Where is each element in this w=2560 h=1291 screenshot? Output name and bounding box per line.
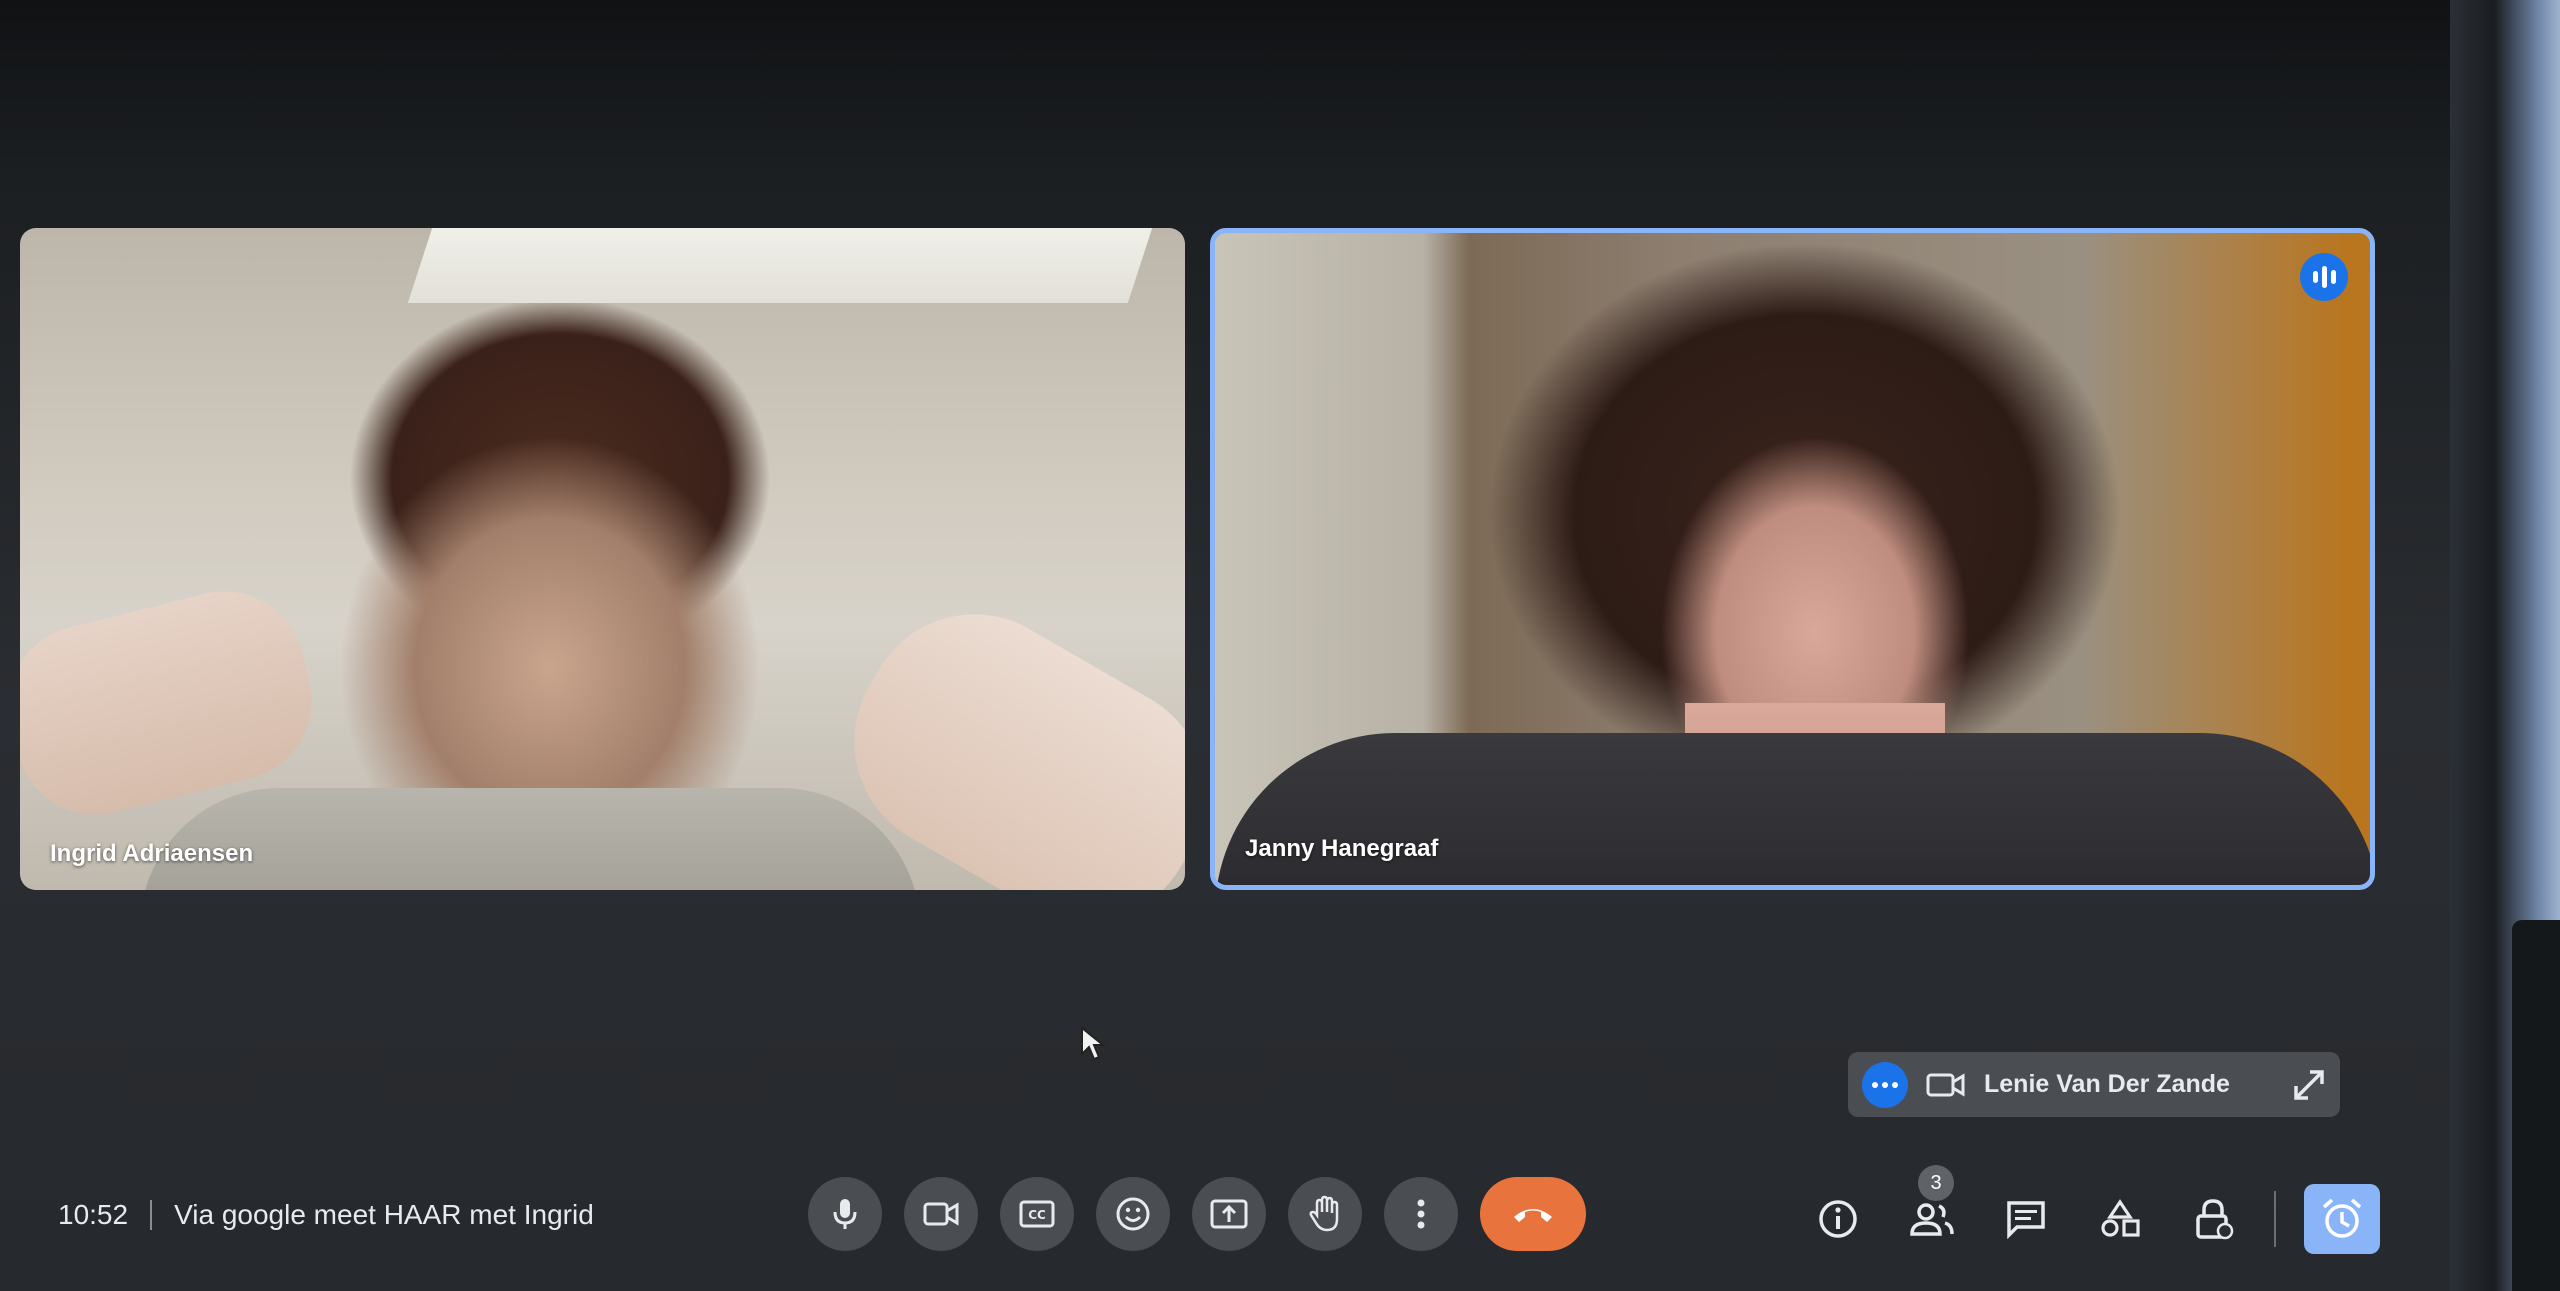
meeting-time: 10:52 [58, 1199, 129, 1230]
people-icon [1910, 1203, 1954, 1236]
present-icon [1210, 1199, 1248, 1229]
video-sweater [140, 788, 920, 890]
host-controls-icon [2196, 1199, 2234, 1240]
monitor-edge [2512, 920, 2560, 1291]
camera-icon [1926, 1070, 1966, 1100]
mouse-cursor-icon [1081, 1026, 1106, 1061]
more-options-icon[interactable] [1862, 1061, 1908, 1108]
side-controls: 3 [1810, 1165, 2380, 1254]
mic-button[interactable] [808, 1177, 882, 1251]
emoji-button[interactable] [1096, 1177, 1170, 1251]
self-view-name: Lenie Van Der Zande [1984, 1070, 2230, 1098]
chat-icon [2007, 1201, 2045, 1239]
participant-tile-janny[interactable]: Janny Hanegraaf [1210, 228, 2375, 890]
call-controls: CC [808, 1176, 1586, 1252]
more-options-button[interactable] [1384, 1177, 1458, 1251]
captions-button[interactable]: CC [1000, 1177, 1074, 1251]
participant-tile-ingrid[interactable]: Ingrid Adriaensen [20, 228, 1185, 890]
meeting-details-button[interactable] [1810, 1191, 1866, 1247]
end-call-button[interactable] [1480, 1177, 1586, 1251]
participant-name: Ingrid Adriaensen [50, 840, 254, 867]
activities-button[interactable] [2092, 1191, 2148, 1247]
speaking-indicator-icon [2300, 253, 2348, 301]
info-icon [1819, 1200, 1857, 1238]
chat-button[interactable] [1998, 1191, 2054, 1247]
camera-button[interactable] [904, 1177, 978, 1251]
captions-icon: CC [1019, 1200, 1055, 1228]
alarm-button[interactable] [2304, 1184, 2380, 1254]
toolbar-divider [2274, 1191, 2276, 1247]
more-vert-icon [1417, 1199, 1425, 1229]
meeting-info: 10:52 Via google meet HAAR met Ingrid [58, 1195, 594, 1235]
raise-hand-button[interactable] [1288, 1177, 1362, 1251]
video-dress [1215, 733, 2370, 885]
mic-icon [833, 1199, 857, 1229]
raise-hand-icon [1309, 1195, 1339, 1232]
end-call-icon [1514, 1209, 1552, 1222]
camera-icon [923, 1202, 959, 1226]
svg-text:CC: CC [1028, 1208, 1046, 1222]
people-button[interactable]: 3 [1904, 1165, 1960, 1247]
expand-icon[interactable] [2292, 1068, 2326, 1102]
participant-name: Janny Hanegraaf [1245, 835, 1439, 862]
meet-screen: Ingrid Adriaensen Janny Hanegraaf Lenie … [0, 0, 2560, 1291]
host-controls-button[interactable] [2186, 1191, 2242, 1247]
present-button[interactable] [1192, 1177, 1266, 1251]
emoji-icon [1116, 1197, 1150, 1231]
people-count-badge: 3 [1918, 1165, 1954, 1201]
background-window [407, 228, 1153, 303]
alarm-icon [2322, 1198, 2362, 1238]
self-view-bar[interactable]: Lenie Van Der Zande [1848, 1052, 2340, 1117]
divider [150, 1200, 153, 1230]
monitor-bezel [2450, 0, 2560, 1291]
activities-icon [2101, 1199, 2140, 1237]
meeting-title: Via google meet HAAR met Ingrid [174, 1199, 594, 1230]
